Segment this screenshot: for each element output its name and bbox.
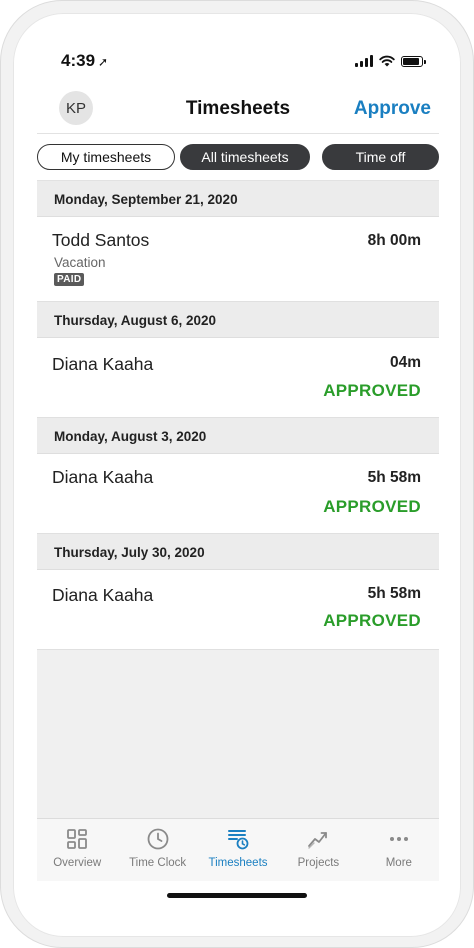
tab-projects[interactable]: Projects bbox=[278, 819, 358, 881]
list-item[interactable]: Diana Kaaha 04m APPROVED bbox=[37, 338, 439, 418]
entry-duration: 5h 58m bbox=[367, 585, 421, 602]
device-frame: 4:39 ➚ KP Timesheets Approve My timeshee… bbox=[0, 0, 474, 948]
date-header-label: Monday, September 21, 2020 bbox=[54, 192, 238, 207]
overview-grid-icon bbox=[67, 829, 88, 849]
list-item[interactable]: Diana Kaaha 5h 58m APPROVED bbox=[37, 454, 439, 534]
tab-label: More bbox=[385, 857, 412, 869]
timesheets-icon bbox=[228, 830, 249, 850]
list-item[interactable]: Todd Santos 8h 00m Vacation PAID bbox=[37, 217, 439, 302]
filter-my-timesheets[interactable]: My timesheets bbox=[37, 144, 175, 170]
tab-more[interactable]: More bbox=[359, 819, 439, 881]
entry-duration: 5h 58m bbox=[367, 469, 421, 486]
filter-all-timesheets[interactable]: All timesheets bbox=[180, 144, 310, 170]
employee-name: Todd Santos bbox=[52, 230, 150, 250]
date-header: Thursday, July 30, 2020 bbox=[37, 534, 439, 570]
entry-duration: 04m bbox=[389, 354, 421, 371]
tab-label: Timesheets bbox=[208, 857, 268, 869]
paid-badge: PAID bbox=[54, 273, 85, 286]
tab-label: Projects bbox=[297, 857, 340, 869]
tab-label: Overview bbox=[53, 857, 102, 869]
date-header-label: Monday, August 3, 2020 bbox=[54, 429, 207, 444]
location-arrow-icon: ➚ bbox=[98, 55, 109, 69]
clock-icon bbox=[147, 828, 169, 850]
nav-bar: KP Timesheets Approve bbox=[37, 89, 439, 134]
entry-type: Vacation bbox=[54, 255, 106, 270]
timesheet-list: Monday, September 21, 2020 Todd Santos 8… bbox=[37, 180, 439, 819]
tab-bar: Overview Time Clock Timesheets Projects … bbox=[37, 818, 439, 881]
status-time-text: 4:39 bbox=[61, 51, 96, 70]
projects-chart-icon bbox=[308, 832, 328, 849]
filter-segments: My timesheets All timesheets Time off bbox=[37, 144, 439, 172]
screen: 4:39 ➚ KP Timesheets Approve My timeshee… bbox=[13, 13, 461, 937]
status-badge: APPROVED bbox=[323, 497, 421, 516]
tab-label: Time Clock bbox=[129, 857, 187, 869]
employee-name: Diana Kaaha bbox=[52, 585, 154, 605]
employee-name: Diana Kaaha bbox=[52, 467, 154, 487]
date-header: Monday, September 21, 2020 bbox=[37, 181, 439, 217]
more-dots-icon bbox=[389, 837, 408, 841]
date-header-label: Thursday, July 30, 2020 bbox=[54, 545, 205, 560]
approve-button[interactable]: Approve bbox=[354, 98, 431, 120]
battery-icon bbox=[401, 55, 426, 67]
status-badge: APPROVED bbox=[323, 611, 421, 630]
filter-time-off[interactable]: Time off bbox=[322, 144, 439, 170]
status-time: 4:39 ➚ bbox=[61, 51, 108, 71]
home-indicator bbox=[167, 893, 307, 898]
status-bar: 4:39 ➚ bbox=[13, 49, 461, 77]
entry-duration: 8h 00m bbox=[367, 232, 421, 249]
tab-overview[interactable]: Overview bbox=[37, 819, 117, 881]
date-header: Monday, August 3, 2020 bbox=[37, 418, 439, 454]
cellular-signal-icon bbox=[355, 55, 373, 67]
date-header: Thursday, August 6, 2020 bbox=[37, 302, 439, 338]
status-badge: APPROVED bbox=[323, 381, 421, 400]
status-icons bbox=[355, 55, 426, 67]
tab-time-clock[interactable]: Time Clock bbox=[117, 819, 197, 881]
tab-timesheets[interactable]: Timesheets bbox=[198, 819, 278, 881]
wifi-icon bbox=[379, 55, 395, 67]
date-header-label: Thursday, August 6, 2020 bbox=[54, 313, 217, 328]
employee-name: Diana Kaaha bbox=[52, 354, 154, 374]
list-item[interactable]: Diana Kaaha 5h 58m APPROVED bbox=[37, 570, 439, 650]
